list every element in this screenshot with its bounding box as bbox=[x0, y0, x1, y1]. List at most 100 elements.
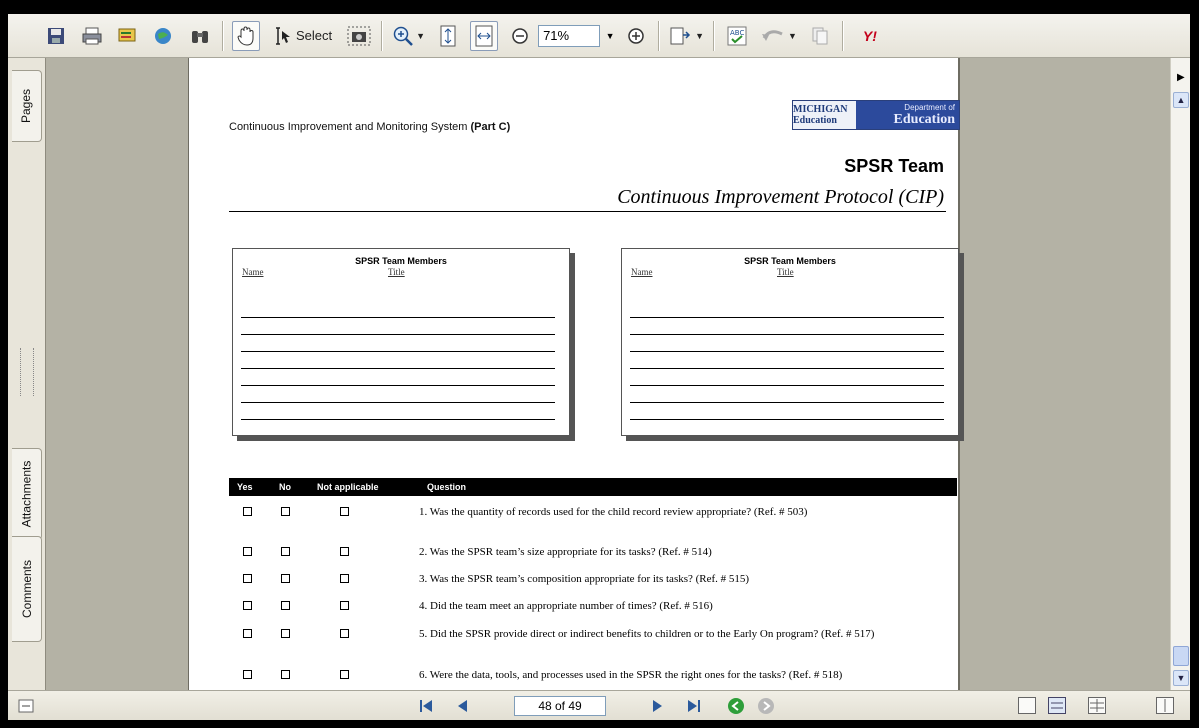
zoom-dropdown-button[interactable]: ▼ bbox=[602, 25, 618, 47]
single-page-view-button[interactable] bbox=[1018, 697, 1036, 714]
logo-line1: Department of bbox=[904, 102, 955, 112]
main-toolbar: Select ▼ 71% ▼ ▼ ABC ▼ Y! bbox=[8, 14, 1190, 58]
department-of-education-logo: Department of Education bbox=[856, 101, 959, 129]
team-members-box: SPSR Team Members Name Title bbox=[232, 248, 570, 436]
chevron-down-icon[interactable]: ▼ bbox=[416, 31, 425, 41]
zoom-out-button[interactable] bbox=[506, 21, 534, 51]
michigan-education-logo: MICHIGAN Education bbox=[793, 101, 856, 129]
fit-page-button[interactable] bbox=[434, 21, 462, 51]
not-applicable-checkbox[interactable] bbox=[340, 507, 349, 516]
options-menu-button[interactable] bbox=[16, 696, 36, 716]
no-checkbox[interactable] bbox=[281, 629, 290, 638]
yes-checkbox[interactable] bbox=[243, 629, 252, 638]
snapshot-icon bbox=[347, 26, 371, 45]
fit-width-button[interactable] bbox=[470, 20, 499, 51]
no-checkbox[interactable] bbox=[281, 670, 290, 679]
header-question: Question bbox=[427, 482, 467, 492]
toolbar-separator bbox=[712, 20, 715, 51]
page-tools-button[interactable]: ▼ bbox=[668, 21, 705, 51]
hand-tool-button[interactable] bbox=[232, 20, 260, 51]
not-applicable-checkbox[interactable] bbox=[340, 601, 349, 610]
print-button[interactable] bbox=[78, 21, 106, 51]
first-page-button[interactable] bbox=[416, 696, 436, 716]
print-icon bbox=[82, 27, 102, 44]
last-page-button[interactable] bbox=[684, 696, 704, 716]
zoom-in-tool-button[interactable]: ▼ bbox=[391, 21, 426, 51]
not-applicable-checkbox[interactable] bbox=[340, 629, 349, 638]
scroll-down-button[interactable]: ▼ bbox=[1173, 670, 1189, 686]
next-page-button[interactable] bbox=[648, 696, 668, 716]
continuous-view-button[interactable] bbox=[1048, 697, 1066, 714]
acrobat-window: Select ▼ 71% ▼ ▼ ABC ▼ Y! Pages Attachme… bbox=[0, 0, 1199, 728]
tab-pages[interactable]: Pages bbox=[12, 70, 42, 142]
not-applicable-checkbox[interactable] bbox=[340, 670, 349, 679]
email-button[interactable] bbox=[114, 21, 142, 51]
header-no: No bbox=[279, 482, 291, 492]
members-columns: Name Title bbox=[233, 266, 569, 280]
undo-button[interactable]: ▼ bbox=[759, 21, 798, 51]
not-applicable-checkbox[interactable] bbox=[340, 547, 349, 556]
page-number-field[interactable]: 48 of 49 bbox=[514, 696, 606, 716]
pane-resize-grip[interactable] bbox=[20, 348, 34, 396]
question-text: 3. Was the SPSR team’s composition appro… bbox=[419, 573, 750, 585]
facing-view-button[interactable] bbox=[1088, 697, 1106, 714]
yahoo-toolbar-button[interactable]: Y! bbox=[852, 21, 880, 51]
tab-attachments[interactable]: Attachments bbox=[12, 448, 42, 540]
continuous-facing-view-button[interactable] bbox=[1156, 697, 1174, 714]
question-text: 6. Were the data, tools, and processes u… bbox=[419, 669, 843, 681]
yes-checkbox[interactable] bbox=[243, 574, 252, 583]
tab-comments[interactable]: Comments bbox=[12, 536, 42, 642]
zoom-plus-button[interactable] bbox=[622, 21, 650, 51]
search-icon bbox=[155, 27, 171, 44]
scroll-thumb[interactable] bbox=[1173, 646, 1189, 666]
spellcheck-button[interactable]: ABC bbox=[723, 21, 751, 51]
find-button[interactable] bbox=[186, 21, 214, 51]
page-title: SPSR Team bbox=[844, 156, 944, 176]
zoom-in-icon bbox=[393, 26, 414, 46]
zoom-level-input[interactable]: 71% bbox=[538, 24, 601, 47]
page-tools-icon bbox=[670, 27, 691, 44]
previous-page-button[interactable] bbox=[452, 696, 472, 716]
document-viewport[interactable]: Continuous Improvement and Monitoring Sy… bbox=[46, 58, 1170, 690]
not-applicable-checkbox[interactable] bbox=[340, 574, 349, 583]
yes-checkbox[interactable] bbox=[243, 601, 252, 610]
go-back-button[interactable] bbox=[726, 696, 746, 716]
chevron-down-icon[interactable]: ▼ bbox=[788, 31, 797, 41]
no-checkbox[interactable] bbox=[281, 507, 290, 516]
yes-checkbox[interactable] bbox=[243, 507, 252, 516]
snapshot-button[interactable] bbox=[345, 21, 373, 51]
members-columns: Name Title bbox=[622, 266, 958, 280]
column-name: Name bbox=[242, 267, 264, 277]
no-checkbox[interactable] bbox=[281, 547, 290, 556]
copy-button[interactable] bbox=[806, 21, 834, 51]
toolbar-separator bbox=[658, 20, 661, 51]
go-forward-button[interactable] bbox=[756, 696, 776, 716]
member-entry-line bbox=[630, 352, 944, 369]
status-bar: 48 of 49 bbox=[8, 690, 1190, 720]
svg-text:ABC: ABC bbox=[730, 29, 744, 37]
chevron-down-icon[interactable]: ▼ bbox=[695, 31, 704, 41]
members-heading: SPSR Team Members bbox=[355, 256, 447, 266]
logo-line2: Education bbox=[893, 111, 955, 127]
member-entry-line bbox=[241, 369, 555, 386]
search-web-button[interactable] bbox=[150, 21, 178, 51]
yes-checkbox[interactable] bbox=[243, 670, 252, 679]
back-arrow-icon bbox=[728, 698, 744, 714]
spellcheck-icon: ABC bbox=[727, 26, 747, 45]
scroll-up-button[interactable]: ▲ bbox=[1173, 92, 1189, 108]
header-part: (Part C) bbox=[470, 121, 511, 133]
member-entry-line bbox=[241, 318, 555, 335]
member-entry-line bbox=[630, 386, 944, 403]
select-tool-button[interactable]: Select bbox=[268, 21, 337, 51]
header-system-name: Continuous Improvement and Monitoring Sy… bbox=[229, 121, 468, 133]
pane-expand-arrow-icon[interactable]: ▶ bbox=[1177, 72, 1185, 83]
hand-tool-icon bbox=[237, 25, 254, 46]
no-checkbox[interactable] bbox=[281, 574, 290, 583]
yes-checkbox[interactable] bbox=[243, 547, 252, 556]
save-button[interactable] bbox=[42, 21, 70, 51]
chevron-up-icon: ▲ bbox=[1176, 95, 1186, 105]
vertical-scrollbar[interactable]: ▶ ▲ ▼ bbox=[1170, 58, 1190, 690]
first-page-icon bbox=[420, 700, 432, 712]
copy-icon bbox=[812, 27, 828, 44]
no-checkbox[interactable] bbox=[281, 601, 290, 610]
